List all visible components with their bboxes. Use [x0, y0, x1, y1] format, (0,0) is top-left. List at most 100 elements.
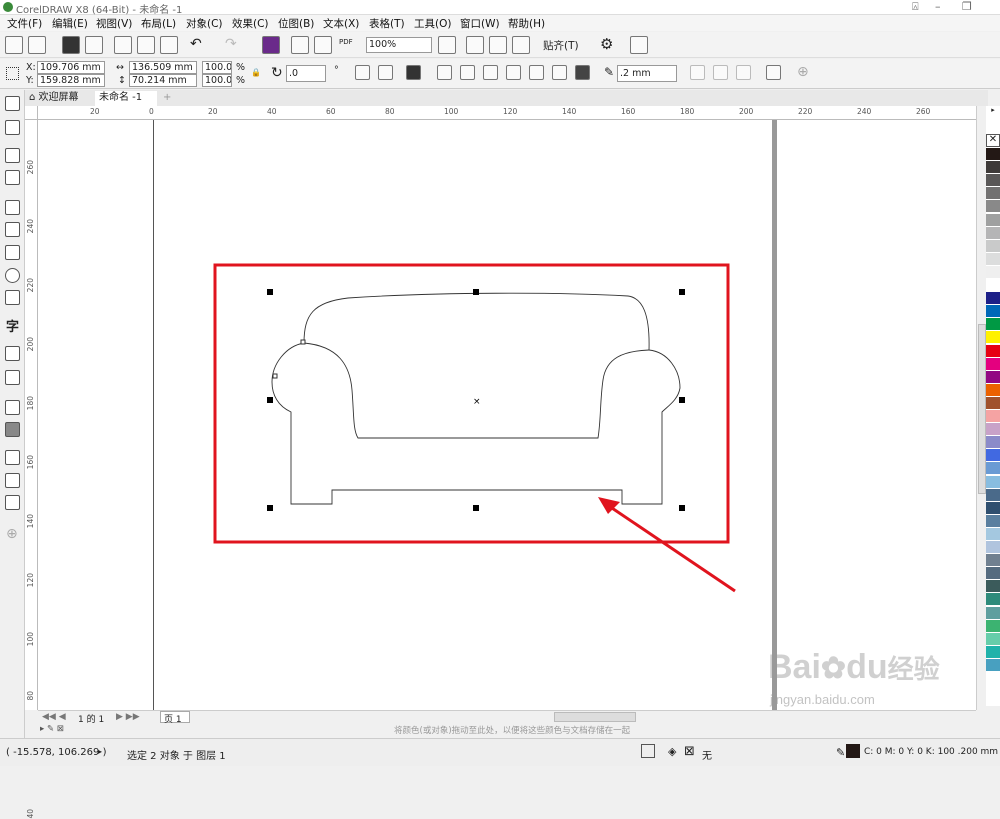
- color-swatch[interactable]: [986, 567, 1000, 581]
- color-swatch[interactable]: [986, 357, 1000, 371]
- color-swatch[interactable]: [986, 619, 1000, 633]
- color-swatch[interactable]: [986, 436, 1000, 450]
- rotation-angle-field[interactable]: .0: [286, 65, 326, 82]
- shape-tool-icon[interactable]: [5, 120, 20, 135]
- break-apart-icon[interactable]: [736, 65, 751, 80]
- vertical-scrollbar[interactable]: [976, 106, 986, 710]
- selection-handle[interactable]: [679, 505, 685, 511]
- menu-edit[interactable]: 编辑(E): [52, 16, 88, 31]
- menu-table[interactable]: 表格(T): [369, 16, 405, 31]
- menu-text[interactable]: 文本(X): [323, 16, 359, 31]
- horizontal-scroll-thumb[interactable]: [554, 712, 636, 722]
- color-swatch[interactable]: [986, 252, 1000, 266]
- color-swatch[interactable]: [986, 527, 1000, 541]
- color-swatch[interactable]: [986, 148, 1000, 161]
- tab-document[interactable]: 未命名 -1: [95, 91, 157, 106]
- eyedropper-icon[interactable]: [5, 450, 20, 465]
- node-handle[interactable]: [272, 373, 278, 379]
- palette-scroll-up-icon[interactable]: ▸: [986, 106, 1000, 114]
- color-swatch[interactable]: [986, 541, 1000, 554]
- color-swatch[interactable]: [986, 161, 1000, 175]
- text-tool-icon[interactable]: 字: [6, 316, 19, 335]
- selection-handle[interactable]: [679, 397, 685, 403]
- color-swatch[interactable]: [986, 554, 1000, 568]
- weld-icon[interactable]: [437, 65, 452, 80]
- next-page-button[interactable]: ▶ ▶▶: [116, 712, 140, 722]
- zoom-to-page-icon[interactable]: [438, 36, 456, 54]
- ellipse-tool-icon[interactable]: [5, 268, 20, 283]
- color-swatch[interactable]: [986, 423, 1000, 437]
- color-swatch[interactable]: [986, 383, 1000, 397]
- drop-shadow-icon[interactable]: [5, 400, 20, 415]
- selection-handle[interactable]: [267, 289, 273, 295]
- scale-x-field[interactable]: 100.0: [202, 61, 232, 74]
- color-swatch[interactable]: [986, 292, 1000, 306]
- show-grid-icon[interactable]: [489, 36, 507, 54]
- color-swatch[interactable]: [986, 239, 1000, 253]
- color-swatch[interactable]: [986, 396, 1000, 410]
- color-swatch[interactable]: [986, 475, 1000, 489]
- back-minus-front-icon[interactable]: [552, 65, 567, 80]
- export-icon[interactable]: [314, 36, 332, 54]
- fill-bucket-icon[interactable]: ◈: [668, 745, 676, 758]
- menu-file[interactable]: 文件(F): [7, 16, 42, 31]
- trim-icon[interactable]: [460, 65, 475, 80]
- color-swatch[interactable]: [986, 514, 1000, 528]
- save-icon[interactable]: [62, 36, 80, 54]
- align-distribute-icon[interactable]: [766, 65, 781, 80]
- color-swatch[interactable]: [986, 462, 1000, 476]
- intersect-icon[interactable]: [483, 65, 498, 80]
- node-handle[interactable]: [300, 339, 306, 345]
- snap-to-dropdown[interactable]: 贴齐(T): [543, 38, 579, 53]
- transparency-icon[interactable]: [5, 422, 20, 437]
- menu-bitmaps[interactable]: 位图(B): [278, 16, 314, 31]
- cut-icon[interactable]: [114, 36, 132, 54]
- y-position-field[interactable]: 159.828 mm: [37, 74, 105, 87]
- selection-handle[interactable]: [679, 289, 685, 295]
- width-field[interactable]: 136.509 mm: [129, 61, 197, 74]
- simplify-icon[interactable]: [506, 65, 521, 80]
- no-fill-swatch[interactable]: ✕: [986, 134, 1000, 147]
- parallel-dimension-icon[interactable]: [5, 346, 20, 361]
- copy-icon[interactable]: [137, 36, 155, 54]
- vertical-ruler[interactable]: 260240220200180160140120100806040: [25, 120, 38, 819]
- selection-handle[interactable]: [473, 289, 479, 295]
- minimize-button[interactable]: –: [935, 0, 941, 13]
- menu-help[interactable]: 帮助(H): [508, 16, 545, 31]
- menu-window[interactable]: 窗口(W): [460, 16, 500, 31]
- menu-object[interactable]: 对象(C): [186, 16, 223, 31]
- color-swatch[interactable]: [986, 318, 1000, 332]
- first-page-button[interactable]: ◀◀ ◀: [42, 712, 66, 722]
- color-proof-icon[interactable]: [641, 744, 655, 758]
- mirror-vertical-icon[interactable]: [378, 65, 393, 80]
- scroll-thumb[interactable]: [978, 324, 986, 494]
- color-swatch[interactable]: [986, 279, 1000, 292]
- crop-tool-icon[interactable]: [5, 148, 20, 163]
- polygon-tool-icon[interactable]: [5, 290, 20, 305]
- pick-tool-icon[interactable]: [5, 96, 20, 111]
- drawing-canvas[interactable]: × Bai✿du经验 jingyan.baidu.com: [38, 120, 976, 710]
- selection-handle[interactable]: [267, 397, 273, 403]
- color-swatch[interactable]: [986, 488, 1000, 502]
- color-swatch[interactable]: [986, 501, 1000, 515]
- page-tab[interactable]: 页 1: [160, 711, 190, 725]
- redo-icon[interactable]: ↷: [225, 36, 237, 52]
- lock-ratio-icon[interactable]: 🔒: [251, 68, 261, 77]
- selection-handle[interactable]: [473, 505, 479, 511]
- color-swatch[interactable]: [986, 200, 1000, 214]
- scale-y-field[interactable]: 100.0: [202, 74, 232, 87]
- color-swatch[interactable]: [986, 606, 1000, 620]
- add-plus-icon[interactable]: ⊕: [797, 64, 809, 80]
- x-position-field[interactable]: 109.706 mm: [37, 61, 105, 74]
- ruler-origin[interactable]: [25, 106, 38, 120]
- interactive-fill-icon[interactable]: [5, 473, 20, 488]
- menu-tools[interactable]: 工具(O): [414, 16, 451, 31]
- restore-button[interactable]: ❐: [962, 0, 972, 13]
- horizontal-ruler[interactable]: 20 0 20 40 60 80 100 120 140 160 180 200 220 240 260: [25, 106, 988, 120]
- color-swatch[interactable]: [986, 632, 1000, 646]
- export-pdf-icon[interactable]: PDF: [339, 38, 353, 46]
- color-swatch[interactable]: [986, 370, 1000, 384]
- color-swatch[interactable]: [986, 344, 1000, 358]
- outline-width-field[interactable]: .2 mm: [617, 65, 677, 82]
- smart-fill-icon[interactable]: [5, 495, 20, 510]
